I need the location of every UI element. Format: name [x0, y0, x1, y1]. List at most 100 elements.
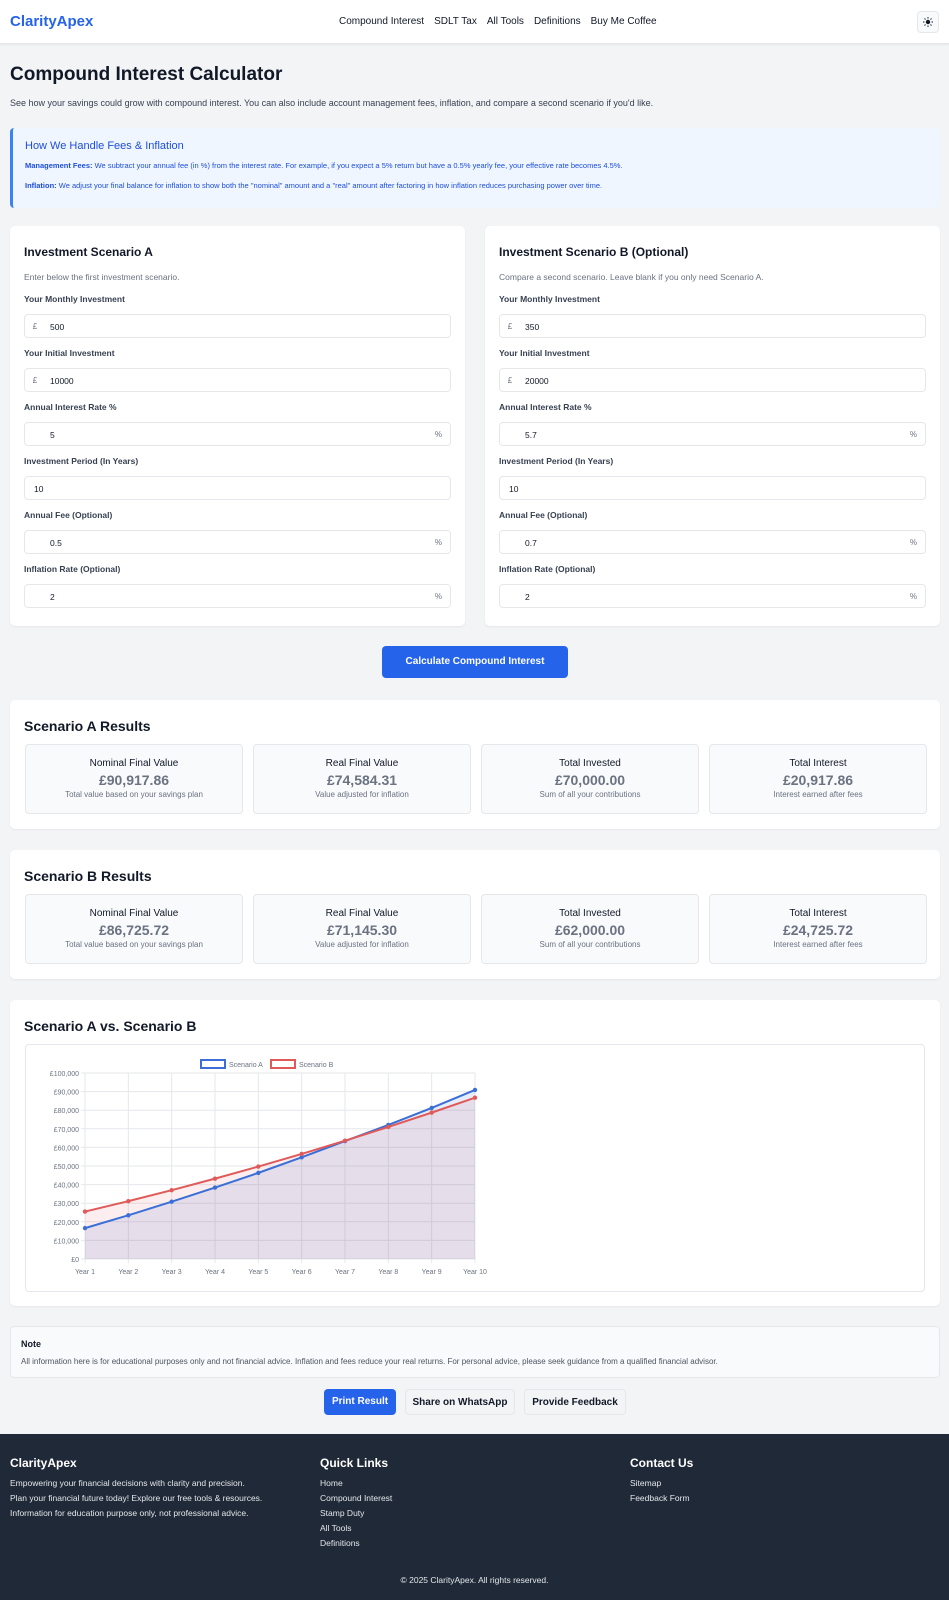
- page-intro: See how your savings could grow with com…: [10, 98, 654, 108]
- data-point: [82, 1209, 88, 1214]
- footer-link-home[interactable]: Home: [320, 1476, 392, 1491]
- print-result-button[interactable]: Print Result: [324, 1389, 396, 1415]
- result-invested-a: Total Invested £70,000.00 Sum of all your …: [481, 744, 699, 814]
- footer-quick-links: Quick Links Home Compound Interest Stamp…: [320, 1456, 392, 1551]
- site-footer: ClarityApex Empowering your financial de…: [0, 1434, 949, 1600]
- footer-link-sitemap[interactable]: Sitemap: [630, 1476, 693, 1491]
- legend-label: Scenario B: [299, 1062, 334, 1069]
- footer-contact: Contact Us Sitemap Feedback Form: [630, 1456, 693, 1506]
- footer-tagline: Plan your financial future today! Explor…: [10, 1493, 263, 1503]
- scenario-b-rate-value: 5.7: [525, 430, 537, 440]
- data-point: [299, 1151, 304, 1157]
- result-label: Total Invested: [559, 908, 621, 919]
- scenario-b-subtitle: Compare a second scenario. Leave blank i…: [499, 272, 764, 282]
- data-point: [126, 1213, 131, 1218]
- data-point: [472, 1095, 478, 1100]
- result-label: Real Final Value: [325, 758, 399, 769]
- nav-buy-me-coffee[interactable]: Buy Me Coffee: [591, 16, 657, 27]
- result-desc: Sum of all your contributions: [539, 790, 641, 799]
- sun-icon: [923, 17, 933, 27]
- scenario-b-fee-input[interactable]: 0.7%: [499, 530, 926, 554]
- scenario-b-inflation-input[interactable]: 2%: [499, 584, 926, 608]
- scenario-b-period-value: 10: [509, 484, 519, 494]
- annual-fee-label: Annual Fee (Optional): [499, 510, 588, 520]
- interest-rate-label: Annual Interest Rate %: [499, 402, 592, 412]
- legend-label: Scenario A: [229, 1062, 263, 1069]
- scenario-a-initial-input[interactable]: £10000: [24, 368, 451, 392]
- scenario-a-subtitle: Enter below the first investment scenari…: [24, 272, 180, 282]
- theme-toggle-button[interactable]: [917, 11, 939, 33]
- result-label: Nominal Final Value: [89, 758, 179, 769]
- info-fees: Management Fees: We subtract your annual…: [25, 161, 928, 170]
- scenario-b-fee-value: 0.7: [525, 538, 537, 548]
- nav-definitions[interactable]: Definitions: [534, 16, 581, 27]
- data-point: [212, 1185, 218, 1190]
- info-inflation: Inflation: We adjust your final balance …: [25, 181, 928, 190]
- x-tick-label: Year 5: [248, 1269, 268, 1276]
- scenario-a-results: Scenario A Results Nominal Final Value £9…: [10, 700, 940, 829]
- scenario-a-inflation-value: 2: [50, 592, 55, 602]
- interest-rate-label: Annual Interest Rate %: [24, 402, 117, 412]
- data-point: [82, 1225, 88, 1231]
- y-tick-label: £0: [71, 1257, 79, 1264]
- scenario-a-period-input[interactable]: 10: [24, 476, 451, 500]
- scenario-a-inflation-input[interactable]: 2%: [24, 584, 451, 608]
- y-tick-label: £70,000: [54, 1127, 79, 1134]
- investment-period-label: Investment Period (In Years): [24, 456, 139, 466]
- footer-link-stamp-duty[interactable]: Stamp Duty: [320, 1506, 392, 1521]
- percent-suffix: %: [434, 538, 442, 547]
- result-desc: Sum of all your contributions: [539, 940, 641, 949]
- scenario-a-rate-input[interactable]: 5%: [24, 422, 451, 446]
- data-point: [472, 1087, 478, 1093]
- nav-sdlt-tax[interactable]: SDLT Tax: [434, 16, 477, 27]
- scenario-a-results-title: Scenario A Results: [24, 718, 151, 734]
- calculate-button[interactable]: Calculate Compound Interest: [382, 646, 568, 678]
- result-label: Total Invested: [559, 758, 621, 769]
- scenario-a-card: Investment Scenario A Enter below the fi…: [10, 226, 465, 626]
- investment-period-label: Investment Period (In Years): [499, 456, 614, 466]
- nav-all-tools[interactable]: All Tools: [487, 16, 524, 27]
- nav-compound-interest[interactable]: Compound Interest: [339, 16, 424, 27]
- scenario-b-rate-input[interactable]: 5.7%: [499, 422, 926, 446]
- contact-title: Contact Us: [630, 1456, 694, 1470]
- x-tick-label: Year 3: [162, 1269, 182, 1276]
- info-inflation-label: Inflation:: [25, 181, 57, 190]
- top-navbar: ClarityApex Compound Interest SDLT Tax A…: [0, 0, 949, 44]
- site-logo[interactable]: ClarityApex: [10, 13, 93, 30]
- percent-suffix: %: [909, 592, 917, 601]
- comparison-line-chart: £0 £10,000 £20,000 £30,000 £40,000 £50,000 £60…: [50, 1059, 487, 1276]
- result-label: Total Interest: [789, 908, 847, 919]
- result-desc: Value adjusted for inflation: [315, 940, 409, 949]
- scenario-b-initial-input[interactable]: £20000: [499, 368, 926, 392]
- currency-prefix: £: [32, 376, 38, 385]
- scenario-b-title: Investment Scenario B (Optional): [499, 245, 689, 259]
- scenario-a-period-value: 10: [34, 484, 44, 494]
- footer-link-feedback-form[interactable]: Feedback Form: [630, 1491, 693, 1506]
- share-whatsapp-button[interactable]: Share on WhatsApp: [405, 1389, 515, 1415]
- footer-link-definitions[interactable]: Definitions: [320, 1536, 392, 1551]
- x-tick-label: Year 10: [463, 1269, 487, 1276]
- percent-suffix: %: [909, 430, 917, 439]
- quick-links-title: Quick Links: [320, 1456, 389, 1470]
- data-point: [126, 1198, 131, 1204]
- x-tick-label: Year 7: [335, 1269, 355, 1276]
- scenario-a-fee-value: 0.5: [50, 538, 62, 548]
- x-tick-label: Year 8: [378, 1269, 398, 1276]
- chart-title: Scenario A vs. Scenario B: [24, 1018, 197, 1034]
- scenario-a-initial-value: 10000: [50, 376, 74, 386]
- info-fees-label: Management Fees:: [25, 161, 93, 170]
- monthly-investment-label: Your Monthly Investment: [499, 294, 600, 304]
- footer-brand: ClarityApex Empowering your financial de…: [10, 1456, 262, 1521]
- provide-feedback-button[interactable]: Provide Feedback: [524, 1389, 626, 1415]
- footer-link-all-tools[interactable]: All Tools: [320, 1521, 392, 1536]
- scenario-b-initial-value: 20000: [525, 376, 549, 386]
- scenario-a-fee-input[interactable]: 0.5%: [24, 530, 451, 554]
- scenario-a-monthly-input[interactable]: £500: [24, 314, 451, 338]
- initial-investment-label: Your Initial Investment: [24, 348, 115, 358]
- footer-link-compound-interest[interactable]: Compound Interest: [320, 1491, 392, 1506]
- scenario-b-monthly-input[interactable]: £350: [499, 314, 926, 338]
- result-value: £90,917.86: [98, 772, 170, 788]
- scenario-a-rate-value: 5: [50, 430, 55, 440]
- scenario-b-period-input[interactable]: 10: [499, 476, 926, 500]
- x-tick-label: Year 4: [205, 1269, 225, 1276]
